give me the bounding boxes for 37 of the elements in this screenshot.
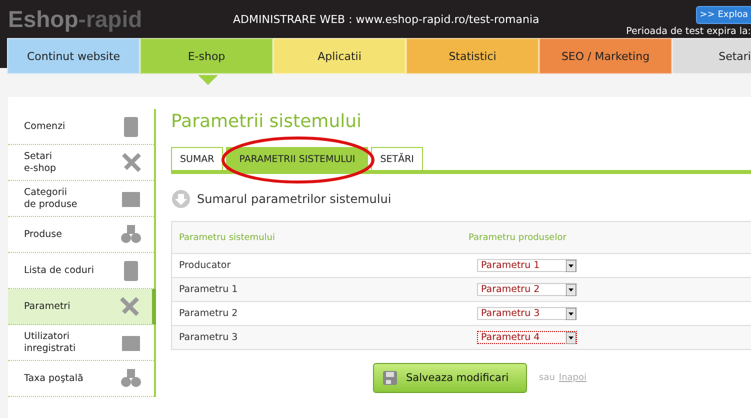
sidebar-item[interactable]: Produse <box>8 217 156 253</box>
nav-tab[interactable]: Statistici <box>406 38 539 74</box>
parameter-dropdown[interactable]: Parametru 1 <box>477 259 577 272</box>
or-text: sau <box>539 373 555 383</box>
section-title: Sumarul parametrilor sistemului <box>197 192 392 206</box>
sidebar-item[interactable]: Taxa poştală <box>8 361 156 397</box>
tab[interactable]: PARAMETRII SISTEMULUI <box>226 147 368 170</box>
table-cell-text: Parametru 1 <box>178 284 239 295</box>
tab[interactable]: SUMAR <box>171 147 224 170</box>
caret-icon <box>566 284 576 296</box>
nav-tab[interactable]: SEO / Marketing <box>539 38 672 74</box>
sidebar-item[interactable]: Comenzi <box>8 109 156 145</box>
column-header: Parametru sistemului <box>178 232 276 242</box>
nav-tab[interactable]: Continut website <box>7 38 140 74</box>
explore-button[interactable]: >> Exploa <box>696 6 751 24</box>
sidebar-item[interactable]: Utilizatori inregistrati <box>8 325 156 361</box>
caret-icon <box>566 260 576 272</box>
parameter-dropdown[interactable]: Parametru 2 <box>477 283 577 296</box>
save-button[interactable]: Salveaza modificari <box>373 363 527 393</box>
table-cell-text: Parametru 3 <box>178 332 239 343</box>
sidebar-item[interactable]: Parametri <box>8 289 156 325</box>
parameter-dropdown[interactable]: Parametru 3 <box>477 307 577 320</box>
table-cell-text: Producator <box>178 260 232 271</box>
logo: Eshop-rapid <box>8 6 144 32</box>
trial-text: Perioada de test expira la: <box>626 26 751 37</box>
parameter-dropdown[interactable]: Parametru 4 <box>477 331 577 344</box>
nav-tab[interactable]: Setari <box>672 38 751 74</box>
table-cell-text: Parametru 2 <box>178 308 239 319</box>
page-title: Parametrii sistemului <box>171 111 363 133</box>
column-header: Parametru produselor <box>468 232 568 242</box>
sidebar-item[interactable]: Categorii de produse <box>8 181 156 217</box>
tab[interactable]: SETĂRI <box>371 147 423 170</box>
nav-tab[interactable]: Aplicatii <box>273 38 406 74</box>
caret-icon <box>566 332 576 344</box>
sidebar-item[interactable]: Setari e-shop <box>8 145 156 181</box>
caret-icon <box>566 308 576 320</box>
admin-title: ADMINISTRARE WEB : www.eshop-rapid.ro/test-romania <box>233 12 540 26</box>
